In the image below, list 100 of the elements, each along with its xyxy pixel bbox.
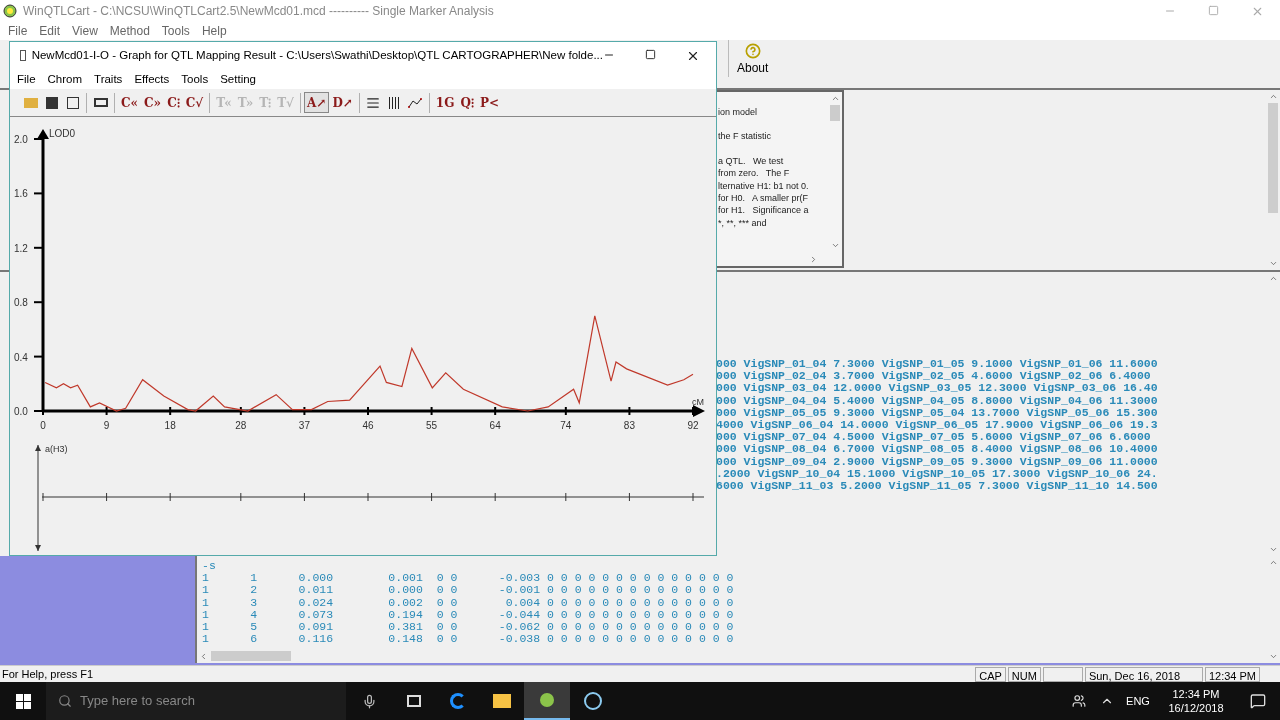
x-tick-label: 64 [489,420,501,431]
search-field[interactable]: Type here to search [46,682,346,720]
browser-icon[interactable] [450,693,466,709]
result-row-text: 1 2 0.011 0.000 0 0 -0.001 0 0 0 0 0 0 0 0 0 0 0 0 0 0 [202,584,735,597]
scroll-thumb[interactable] [830,105,840,121]
help-text: lternative H1: b1 not 0. [718,179,810,193]
output-line: 000 VigSNP_01_04 7.3000 VigSNP_01_05 9.1000 VigSNP_01_06 11.6000 [716,358,1159,371]
scroll-down-icon[interactable] [1268,545,1278,554]
series-label: LOD0 [49,128,76,139]
microphone-icon[interactable] [361,693,377,709]
people-icon[interactable] [1072,694,1086,708]
toolbar-button[interactable]: C√ [182,92,207,114]
search-icon [58,694,72,708]
scroll-down-icon[interactable] [1268,652,1278,661]
status-time: 12:34 PM [1204,666,1260,682]
menu-item[interactable]: File [2,22,34,40]
output-line: 000 VigSNP_05_05 9.3000 VigSNP_05_04 13.7000 VigSNP_05_06 15.300 [716,406,1159,419]
x-tick-label: 9 [103,420,110,431]
menu-item[interactable]: Setting [214,70,262,89]
scroll-thumb[interactable] [211,651,291,661]
window-title: WinQTLCart - C:\NCSU\WinQTLCart2.5\NewMcd01.mcd ---------- Single Marker Analysis [23,3,494,20]
notification-icon[interactable] [1250,693,1266,709]
output-line: .2000 VigSNP_10_04 15.1000 VigSNP_10_05 17.3000 VigSNP_10_06 24. [716,467,1159,481]
result-row-text: 1 3 0.024 0.002 0 0 0.004 0 0 0 0 0 0 0 0 0 0 0 0 0 0 [202,596,735,609]
scroll-up-icon[interactable] [1268,274,1278,283]
status-indicator: NUM [1007,666,1041,682]
x-tick-label: 0 [40,420,46,431]
clock[interactable]: 12:34 PM 16/12/2018 [1156,687,1236,715]
result-row-text: 1 6 0.116 0.148 0 0 -0.038 0 0 0 0 0 0 0 0 0 0 0 0 0 0 [202,633,735,646]
output-line: 6000 VigSNP_11_03 5.2000 VigSNP_11_05 7.3000 VigSNP_11_10 14.500 [716,480,1159,493]
menu-item[interactable]: Traits [88,70,129,89]
y-tick-label: 0.0 [14,406,28,417]
help-text: from zero. The F [718,167,791,180]
result-row-text: 1 1 0.000 0.001 0 0 -0.003 0 0 0 0 0 0 0 0 0 0 0 0 0 0 [202,572,735,585]
help-text: for H1. Significance a [718,204,810,217]
app-icon[interactable] [524,682,570,720]
scroll-up-icon[interactable] [830,94,840,103]
output-line: 4000 VigSNP_06_04 14.0000 VigSNP_06_05 17.9000 VigSNP_06_06 19.3 [716,419,1159,432]
toolbar-button[interactable]: D↗ [329,92,356,114]
help-text: the F statistic [718,130,772,143]
language-indicator[interactable]: ENG [1120,692,1156,710]
toolbar-button[interactable]: C« [118,92,142,114]
menu-item[interactable]: View [66,22,104,40]
help-text: for H0. A smaller pr(F [718,192,810,205]
scroll-up-icon[interactable] [1268,558,1278,567]
x-tick-label: 74 [560,420,572,431]
start-icon[interactable] [15,693,31,709]
help-text: a QTL. We test [718,154,785,168]
menu-item[interactable]: Effects [128,70,176,89]
status-panel [1042,666,1083,682]
maximize-icon[interactable] [645,48,656,60]
x-tick-label: 46 [362,420,374,431]
output-line: 000 VigSNP_09_04 2.9000 VigSNP_09_05 9.3000 VigSNP_09_06 11.0000 [716,455,1159,468]
output-line: 000 VigSNP_07_04 4.5000 VigSNP_07_05 5.6000 VigSNP_07_06 6.6000 [716,431,1152,444]
output-line: 000 VigSNP_03_04 12.0000 VigSNP_03_05 12.3000 VigSNP_03_06 16.40 [716,382,1159,395]
y-tick-label: 1.6 [14,188,28,200]
toolbar-button[interactable]: 1G [432,92,458,114]
status-text: For Help, press F1 [1,666,95,682]
x-tick-label: 55 [426,420,438,431]
status-indicator: CAP [975,666,1006,682]
task-view-icon[interactable] [407,695,421,707]
output-line: 000 VigSNP_04_04 5.4000 VigSNP_04_05 8.8000 VigSNP_04_06 11.3000 [716,394,1159,407]
x-tick-label: 28 [235,420,247,431]
scroll-up-icon[interactable] [1268,92,1278,101]
scroll-left-icon[interactable] [199,651,208,661]
toolbar-button[interactable]: A↗ [304,92,330,114]
x-tick-label: 92 [687,420,699,431]
scroll-right-icon[interactable] [809,254,818,264]
about-button[interactable]: About [728,40,777,77]
scroll-down-icon[interactable] [1268,259,1278,268]
app-icon [2,3,18,19]
y-tick-label: 2.0 [14,134,28,145]
toolbar-button[interactable]: Q⁝ [457,92,477,114]
output-line: 000 VigSNP_08_04 6.7000 VigSNP_08_05 8.4000 VigSNP_08_06 10.4000 [716,443,1159,456]
scroll-down-icon[interactable] [830,241,840,250]
window-title: NewMcd01-I-O - Graph for QTL Mapping Result - C:\Users\Swathi\Desktop\QTL CARTOGRAPHER\New folde... [31,48,603,64]
y-tick-label: 0.8 [14,297,28,309]
document-icon [20,50,26,62]
result-header: -s [202,560,217,573]
result-row-text: 1 5 0.091 0.381 0 0 -0.062 0 0 0 0 0 0 0 0 0 0 0 0 0 0 [202,621,735,634]
x-tick-label: 83 [623,420,635,431]
x-tick-label: 18 [164,420,176,431]
result-row-text: 1 4 0.073 0.194 0 0 -0.044 0 0 0 0 0 0 0 0 0 0 0 0 0 0 [202,608,735,621]
menu-item[interactable]: File [11,70,42,89]
y-tick-label: 0.4 [14,351,28,363]
menu-item[interactable]: Tools [155,22,196,40]
help-text: *, **, *** and [718,216,768,230]
toolbar-button[interactable]: C⁝ [164,92,183,114]
x-tick-label: 37 [298,420,310,431]
menu-item[interactable]: Edit [33,22,67,40]
menu-item[interactable]: Help [195,22,233,40]
toolbar-button[interactable]: P< [476,92,502,114]
help-icon [744,43,761,59]
x-axis-label: cM [692,397,704,407]
toolbar-button[interactable]: C» [141,92,165,114]
y-tick-label: 1.2 [14,242,28,254]
menu-item[interactable]: Tools [175,70,215,89]
scroll-thumb[interactable] [1268,103,1278,213]
menu-item[interactable]: Chrom [41,70,89,89]
menu-item[interactable]: Method [103,22,156,40]
